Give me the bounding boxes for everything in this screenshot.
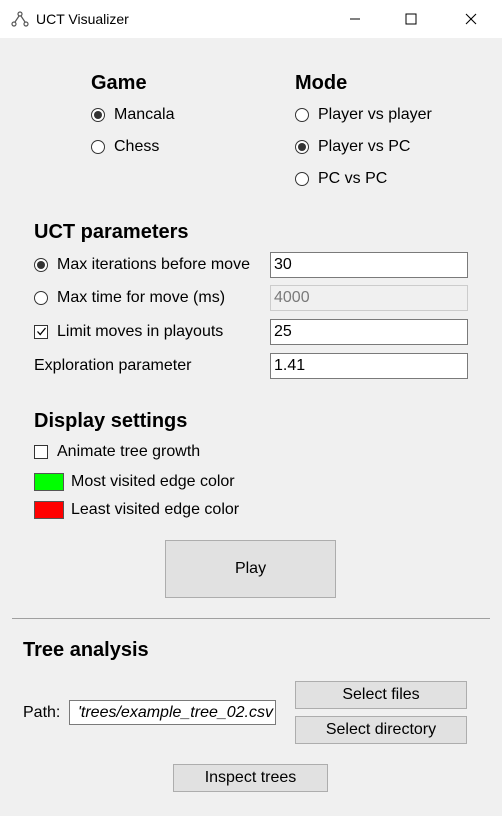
least-visited-color-swatch[interactable] xyxy=(34,501,64,519)
checkmark-icon xyxy=(37,327,47,336)
title-bar[interactable]: UCT Visualizer xyxy=(0,0,502,38)
pc-vs-pc-label: PC vs PC xyxy=(318,170,388,187)
window-title: UCT Visualizer xyxy=(36,11,129,27)
most-visited-color-swatch[interactable] xyxy=(34,473,64,491)
inspect-trees-button[interactable]: Inspect trees xyxy=(173,764,328,792)
chess-label: Chess xyxy=(114,138,160,155)
pc-vs-pc-radio[interactable] xyxy=(295,172,309,186)
select-files-button[interactable]: Select files xyxy=(295,681,467,709)
player-vs-player-label: Player vs player xyxy=(318,106,432,123)
max-time-label: Max time for move (ms) xyxy=(57,289,226,306)
game-heading: Game xyxy=(91,72,147,94)
path-input[interactable]: 'trees/example_tree_02.csv xyxy=(69,700,276,725)
app-window: UCT Visualizer Game Mancala Chess Mode P… xyxy=(0,0,502,816)
limit-moves-checkbox[interactable] xyxy=(34,325,48,339)
maximize-icon xyxy=(405,13,417,25)
player-vs-pc-radio[interactable] xyxy=(295,140,309,154)
max-iterations-input[interactable]: 30 xyxy=(270,252,468,278)
play-button[interactable]: Play xyxy=(165,540,336,598)
mancala-label: Mancala xyxy=(114,106,175,123)
limit-moves-input[interactable]: 25 xyxy=(270,319,468,345)
uct-heading: UCT parameters xyxy=(34,221,189,243)
tree-icon xyxy=(11,11,29,27)
maximize-button[interactable] xyxy=(388,0,434,38)
path-label: Path: xyxy=(23,704,61,721)
max-time-input[interactable]: 4000 xyxy=(270,285,468,311)
display-heading: Display settings xyxy=(34,410,188,432)
player-vs-player-radio[interactable] xyxy=(295,108,309,122)
divider xyxy=(12,618,490,619)
minimize-icon xyxy=(350,18,360,20)
max-time-radio[interactable] xyxy=(34,291,48,305)
tree-analysis-heading: Tree analysis xyxy=(23,639,149,661)
select-directory-button[interactable]: Select directory xyxy=(295,716,467,744)
max-iterations-radio[interactable] xyxy=(34,258,48,272)
player-vs-pc-label: Player vs PC xyxy=(318,138,411,155)
minimize-button[interactable] xyxy=(332,0,378,38)
mancala-radio[interactable] xyxy=(91,108,105,122)
max-iterations-label: Max iterations before move xyxy=(57,256,250,273)
close-button[interactable] xyxy=(448,0,494,38)
animate-checkbox[interactable] xyxy=(34,445,48,459)
least-visited-label: Least visited edge color xyxy=(71,501,240,518)
most-visited-label: Most visited edge color xyxy=(71,473,235,490)
path-value: 'trees/example_tree_02.csv xyxy=(77,704,273,721)
mode-heading: Mode xyxy=(295,72,348,94)
limit-moves-label: Limit moves in playouts xyxy=(57,323,224,340)
exploration-label: Exploration parameter xyxy=(34,357,192,374)
exploration-input[interactable]: 1.41 xyxy=(270,353,468,379)
close-icon xyxy=(465,13,477,25)
animate-label: Animate tree growth xyxy=(57,443,201,460)
chess-radio[interactable] xyxy=(91,140,105,154)
